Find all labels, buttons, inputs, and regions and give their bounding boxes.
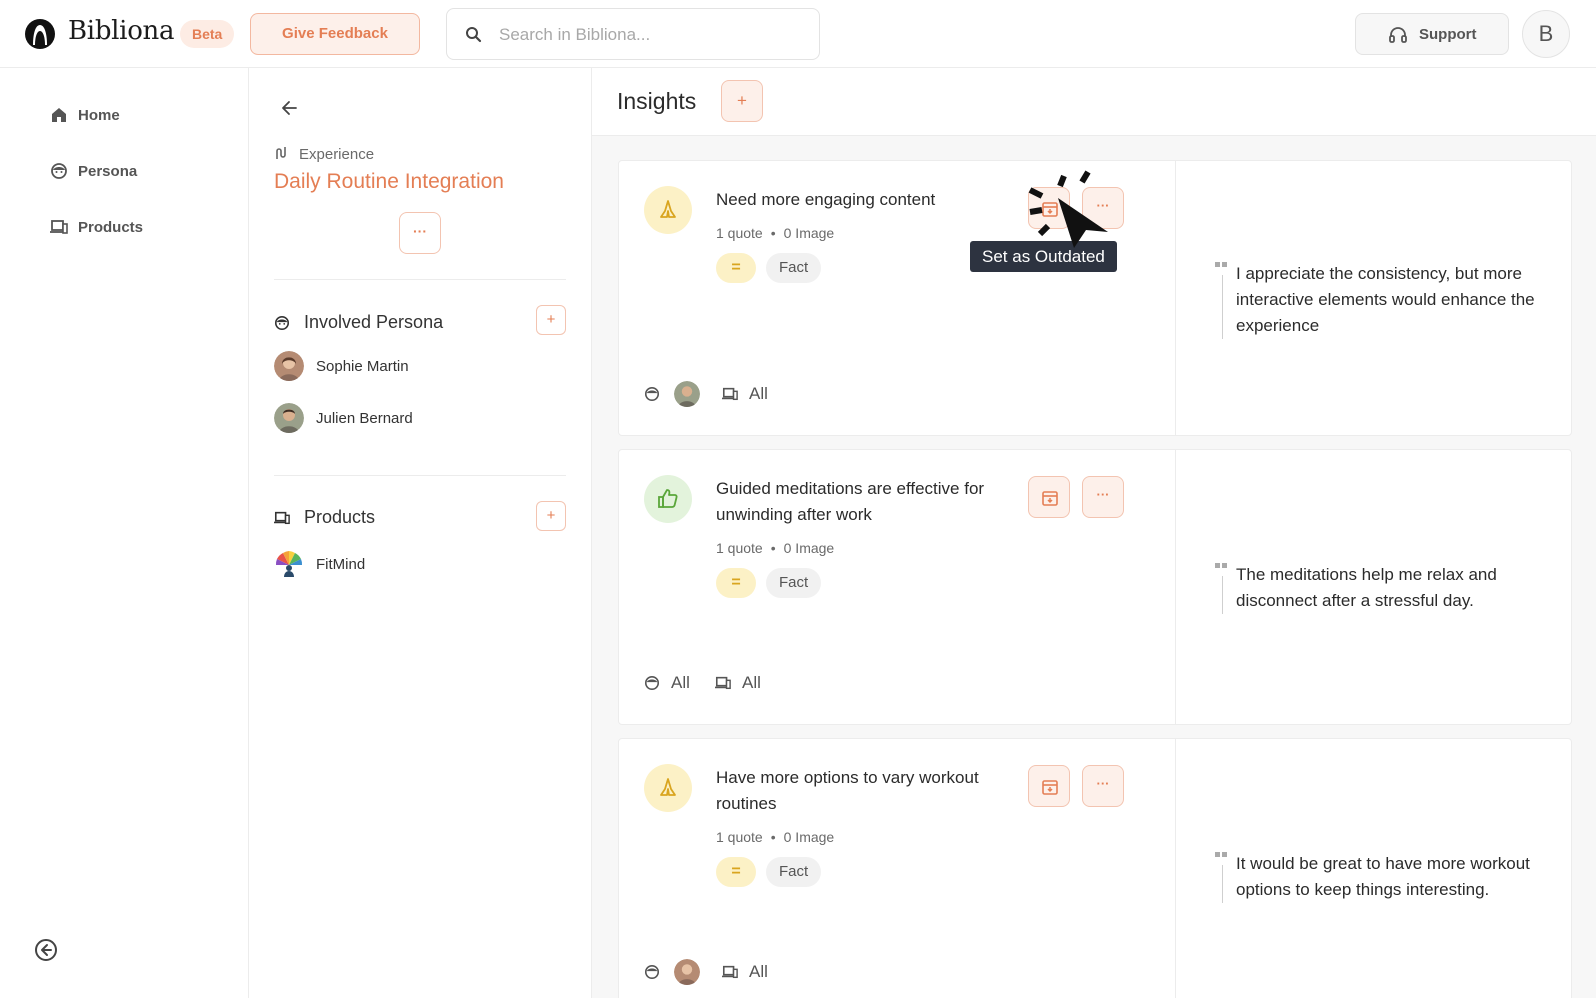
image-count: 0 Image (783, 225, 835, 241)
product-scope: All (749, 384, 768, 403)
back-arrow-icon[interactable] (279, 98, 299, 118)
product-name: FitMind (316, 556, 366, 573)
insight-meta: 1 quote • 0 Image (716, 225, 835, 241)
insights-header: Insights + (592, 68, 1596, 136)
equal-tag: = (716, 857, 756, 887)
experience-kind-label: Experience (299, 146, 375, 163)
persona-icon (644, 675, 660, 691)
divider (274, 475, 566, 476)
insight-card-body: Guided meditations are effective for unw… (619, 450, 1176, 724)
search-input[interactable] (499, 21, 799, 49)
persona-avatar (274, 403, 304, 433)
set-outdated-button[interactable] (1028, 765, 1070, 807)
persona-icon (274, 315, 290, 331)
praying-hands-icon (660, 778, 676, 796)
divider (274, 279, 566, 280)
nav-item-label: Persona (78, 163, 138, 180)
search-icon (466, 27, 482, 43)
devices-icon (50, 220, 68, 234)
fitmind-logo-icon (274, 549, 304, 579)
insight-more-button[interactable]: ··· (1082, 476, 1124, 518)
insight-meta: 1 quote • 0 Image (716, 829, 835, 845)
quote-text: The meditations help me relax and discon… (1236, 565, 1497, 610)
quote-bar (1222, 865, 1223, 903)
support-button[interactable]: Support (1355, 13, 1509, 55)
image-count: 0 Image (783, 829, 835, 845)
fact-tag: Fact (766, 568, 822, 598)
insight-title: Need more engaging content (716, 190, 936, 209)
give-feedback-button[interactable]: Give Feedback (250, 13, 420, 55)
fact-tag: Fact (766, 857, 822, 887)
persona-icon (644, 964, 660, 980)
product-scope: All (742, 673, 761, 692)
section-title-label: Products (304, 507, 376, 527)
insight-title: Have more options to vary workout routin… (716, 768, 979, 813)
journey-icon (276, 147, 286, 159)
experience-more-button[interactable]: ··· (399, 212, 441, 254)
equal-tag: = (716, 253, 756, 283)
insight-card[interactable]: Have more options to vary workout routin… (618, 738, 1572, 998)
section-title-label: Involved Persona (304, 312, 444, 332)
beta-badge: Beta (180, 20, 235, 48)
persona-icon (644, 386, 660, 402)
add-product-button[interactable]: + (536, 501, 566, 531)
insights-title: Insights (617, 88, 697, 114)
need-type-badge (644, 186, 692, 234)
headset-icon (1389, 27, 1407, 43)
positive-type-badge (644, 475, 692, 523)
persona-avatar (274, 351, 304, 381)
archive-icon (1042, 780, 1058, 795)
fact-tag: Fact (766, 253, 822, 283)
product-scope: All (749, 962, 768, 981)
quote-count: 1 quote (716, 540, 763, 556)
support-label: Support (1419, 26, 1477, 43)
quote-count: 1 quote (716, 225, 763, 241)
collapse-sidebar-icon[interactable] (34, 938, 58, 962)
persona-name: Julien Bernard (316, 410, 413, 427)
experience-panel: Experience Daily Routine Integration ···… (249, 68, 592, 998)
persona-name: Sophie Martin (316, 358, 409, 375)
bibliona-logo-icon[interactable] (24, 18, 56, 50)
image-count: 0 Image (783, 540, 835, 556)
praying-hands-icon (660, 200, 676, 218)
brand-name[interactable]: Bibliona (68, 16, 175, 46)
quote-mark-icon (1215, 852, 1227, 857)
insight-title: Guided meditations are effective for unw… (716, 479, 985, 524)
insight-card[interactable]: Guided meditations are effective for unw… (618, 449, 1572, 725)
nav-item-label: Products (78, 219, 144, 236)
archive-icon (1042, 491, 1058, 506)
persona-scope: All (671, 673, 690, 692)
quote-text: It would be great to have more workout o… (1236, 854, 1530, 899)
need-type-badge (644, 764, 692, 812)
add-insight-button[interactable]: + (721, 80, 763, 122)
add-persona-button[interactable]: + (536, 305, 566, 335)
persona-icon (51, 163, 67, 179)
quote-count: 1 quote (716, 829, 763, 845)
experience-title: Daily Routine Integration (274, 170, 504, 193)
devices-icon (274, 511, 290, 525)
insight-more-button[interactable]: ··· (1082, 765, 1124, 807)
click-cursor-icon (1028, 170, 1108, 248)
devices-icon (715, 676, 731, 690)
nav-item-label: Home (78, 107, 120, 124)
equal-tag: = (716, 568, 756, 598)
quote-bar (1222, 275, 1223, 339)
persona-avatar (674, 959, 700, 985)
insight-meta: 1 quote • 0 Image (716, 540, 835, 556)
insight-card-body: Have more options to vary workout routin… (619, 739, 1176, 998)
user-avatar[interactable]: B (1522, 10, 1570, 58)
devices-icon (722, 387, 738, 401)
top-bar: Bibliona Beta Give Feedback Support B (0, 0, 1596, 68)
thumbs-up-icon (658, 489, 678, 508)
persona-avatar (674, 381, 700, 407)
home-icon (52, 108, 66, 122)
devices-icon (722, 965, 738, 979)
set-outdated-button[interactable] (1028, 476, 1070, 518)
search-box[interactable] (446, 8, 820, 60)
quote-mark-icon (1215, 563, 1227, 568)
quote-text: I appreciate the consistency, but more i… (1236, 264, 1535, 335)
left-navigation: Home Persona Products (0, 68, 249, 998)
quote-bar (1222, 576, 1223, 614)
quote-mark-icon (1215, 262, 1227, 267)
